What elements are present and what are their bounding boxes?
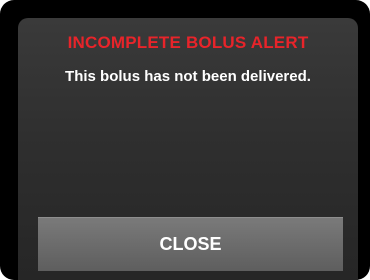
alert-title: INCOMPLETE BOLUS ALERT [67, 33, 309, 52]
device-bezel: INCOMPLETE BOLUS ALERT This bolus has no… [0, 0, 370, 280]
alert-screen: INCOMPLETE BOLUS ALERT This bolus has no… [18, 18, 358, 280]
close-button[interactable]: CLOSE [38, 217, 343, 271]
alert-message: This bolus has not been delivered. [65, 68, 311, 85]
